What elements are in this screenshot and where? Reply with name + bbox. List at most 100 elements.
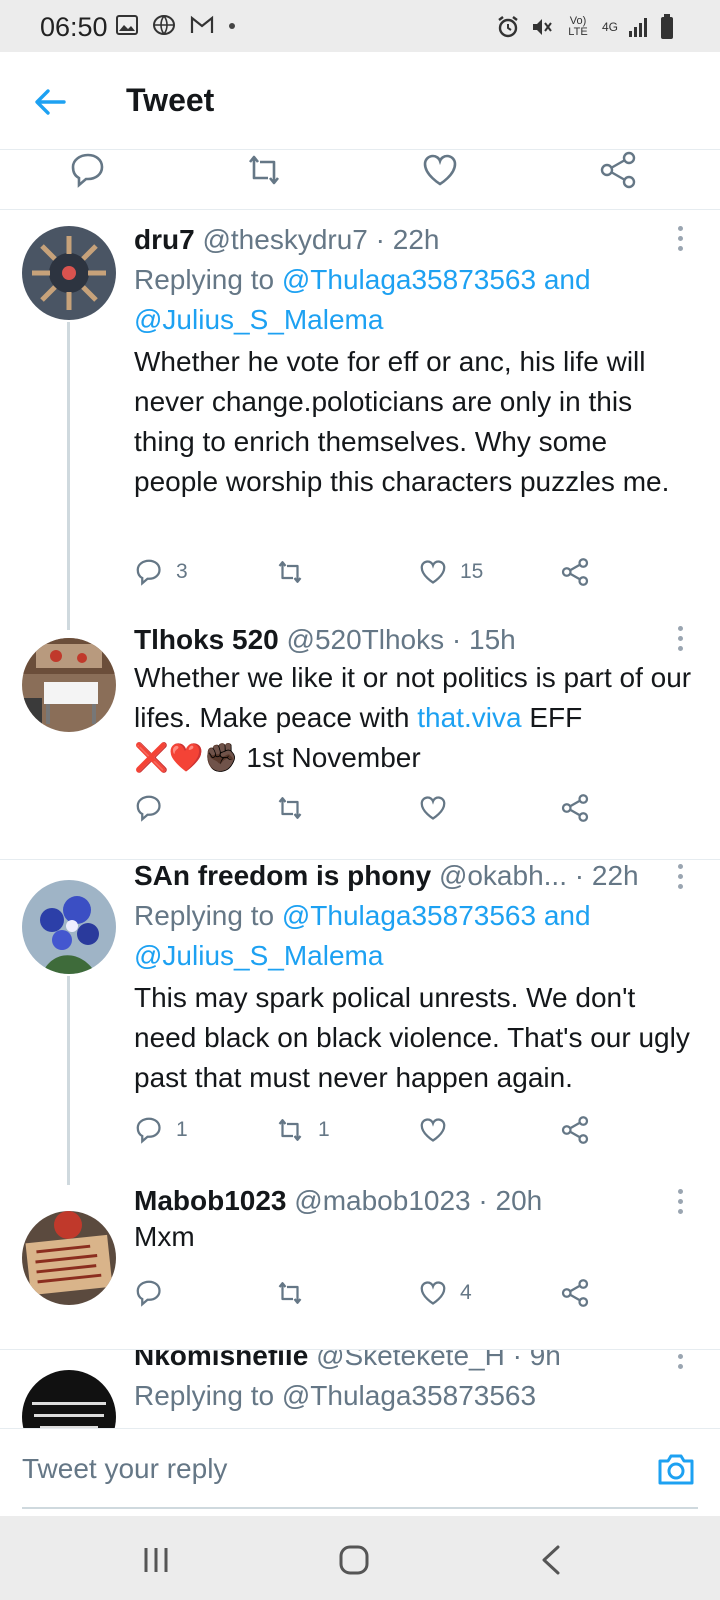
mention-link[interactable]: @Thulaga35873563 <box>282 264 536 295</box>
system-nav-bar <box>0 1516 720 1600</box>
more-options-icon[interactable] <box>676 626 684 654</box>
share-icon[interactable] <box>598 150 638 190</box>
retweet-icon <box>278 797 302 819</box>
status-time: 06:50 <box>40 12 108 42</box>
reply-action[interactable]: 3 <box>134 552 188 592</box>
tweet-item[interactable]: Mabob1023 @mabob1023 · 20h Mxm 4 <box>0 1185 720 1350</box>
retweet-action[interactable] <box>274 552 318 592</box>
reply-icon <box>136 559 161 586</box>
retweet-icon <box>278 561 302 583</box>
tweet-header: Mabob1023 @mabob1023 · 20h <box>134 1185 542 1217</box>
retweet-action[interactable] <box>274 788 306 828</box>
tweet-actions: 3 15 <box>134 552 634 592</box>
avatar[interactable] <box>22 1370 116 1428</box>
retweet-action[interactable] <box>274 1273 306 1313</box>
timestamp: · 9h <box>512 1350 561 1371</box>
tweet-item[interactable]: Nkomishefile @Sketekete_H · 9h Replying … <box>0 1350 720 1428</box>
avatar[interactable] <box>22 1211 116 1305</box>
handle[interactable]: @Sketekete_H <box>316 1350 505 1371</box>
display-name[interactable]: Nkomishefile <box>134 1350 308 1371</box>
more-options-icon[interactable] <box>676 864 684 892</box>
back-icon[interactable] <box>532 1540 572 1580</box>
more-options-icon[interactable] <box>676 1350 684 1372</box>
reply-underline <box>22 1507 698 1509</box>
display-name[interactable]: dru7 <box>134 224 195 255</box>
retweet-icon <box>278 1282 302 1304</box>
avatar[interactable] <box>22 880 116 974</box>
tweet-text: Mxm <box>134 1221 195 1252</box>
timestamp: · 15h <box>451 624 516 655</box>
handle[interactable]: @okabh... <box>439 860 567 891</box>
timestamp: · 22h <box>375 224 440 255</box>
timestamp: · 20h <box>478 1185 543 1216</box>
mute-icon <box>532 19 552 35</box>
replying-to: Replying to @Thulaga35873563 <box>134 1380 537 1411</box>
more-options-icon[interactable] <box>676 226 684 254</box>
tweet-item[interactable]: SAn freedom is phony @okabh... · 22h Rep… <box>0 860 720 1185</box>
more-options-icon[interactable] <box>676 1189 684 1217</box>
share-action[interactable] <box>560 1110 590 1150</box>
reply-icon <box>136 1280 161 1307</box>
tweet-header: dru7 @theskydru7 · 22h <box>134 224 439 256</box>
handle[interactable]: @mabob1023 <box>294 1185 470 1216</box>
reply-icon[interactable] <box>68 150 108 190</box>
like-icon <box>420 1118 446 1142</box>
tweet-actions: 1 1 <box>134 1110 634 1150</box>
mention-link[interactable]: @Julius_S_Malema <box>134 304 383 335</box>
like-action[interactable] <box>418 788 448 828</box>
avatar[interactable] <box>22 638 116 732</box>
hashtag-link[interactable]: that.viva <box>417 702 521 733</box>
retweet-action[interactable]: 1 <box>274 1110 330 1150</box>
tweet-item[interactable]: Tlhoks 520 @520Tlhoks · 15h Whether we l… <box>0 624 720 860</box>
recent-apps-icon[interactable] <box>136 1540 176 1580</box>
display-name[interactable]: Mabob1023 <box>134 1185 287 1216</box>
gmail-icon <box>190 15 214 33</box>
like-count: 15 <box>460 560 484 583</box>
share-action[interactable] <box>560 788 590 828</box>
back-arrow-icon[interactable] <box>30 82 70 122</box>
tweet-text-part: 1st November <box>246 742 421 773</box>
reply-action[interactable]: 1 <box>134 1110 188 1150</box>
retweet-icon <box>278 1119 302 1141</box>
share-icon <box>561 1279 589 1307</box>
signal-icon <box>629 18 647 37</box>
like-action[interactable]: 4 <box>418 1273 472 1313</box>
mention-link[interactable]: @Thulaga35873563 <box>282 900 536 931</box>
handle[interactable]: @520Tlhoks <box>287 624 445 655</box>
reply-prefix: Replying to <box>134 264 275 295</box>
reply-and: and <box>543 264 591 295</box>
globe-icon <box>153 15 175 35</box>
tweet-item[interactable]: dru7 @theskydru7 · 22h Replying to @Thul… <box>0 210 720 630</box>
handle[interactable]: @theskydru7 <box>202 224 367 255</box>
image-icon <box>116 15 138 35</box>
avatar[interactable] <box>22 226 116 320</box>
like-icon <box>420 1281 446 1305</box>
reply-prefix: Replying to <box>134 900 275 931</box>
like-count: 4 <box>460 1281 472 1304</box>
tweet-text: Whether he vote for eff or anc, his life… <box>134 346 670 497</box>
share-icon <box>561 794 589 822</box>
display-name[interactable]: Tlhoks 520 <box>134 624 279 655</box>
share-action[interactable] <box>560 552 590 592</box>
retweet-count: 1 <box>318 1118 330 1141</box>
home-icon[interactable] <box>334 1540 374 1580</box>
dot-icon <box>229 23 235 29</box>
like-action[interactable] <box>418 1110 460 1150</box>
reply-composer: Tweet your reply <box>0 1428 720 1516</box>
page-title: Tweet <box>126 82 215 118</box>
mention-link[interactable]: @Julius_S_Malema <box>134 940 383 971</box>
share-action[interactable] <box>560 1273 590 1313</box>
tweet-text: Whether we like it or not politics is pa… <box>134 658 694 778</box>
like-icon[interactable] <box>420 150 460 190</box>
display-name[interactable]: SAn freedom is phony <box>134 860 431 891</box>
camera-icon[interactable] <box>654 1447 698 1491</box>
retweet-icon[interactable] <box>244 150 284 190</box>
reply-icon <box>136 795 161 822</box>
network-label: 4G <box>601 20 618 34</box>
like-action[interactable]: 15 <box>418 552 483 592</box>
reply-and: and <box>543 900 591 931</box>
reply-action[interactable] <box>134 788 164 828</box>
reply-action[interactable] <box>134 1273 164 1313</box>
reply-input[interactable]: Tweet your reply <box>22 1453 227 1485</box>
thread-line <box>67 322 70 630</box>
